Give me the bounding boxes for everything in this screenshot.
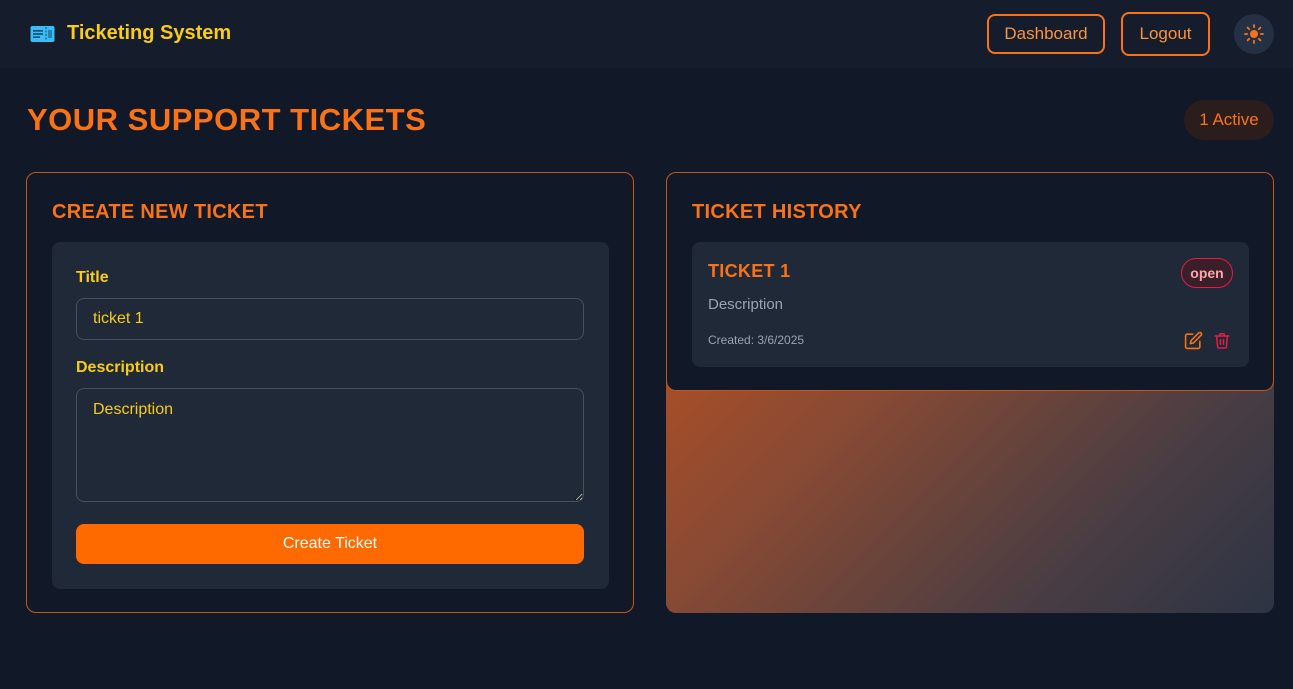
description-label: Description	[76, 359, 165, 376]
ticket-history-section: TICKET HISTORY TICKET 1 open Description…	[666, 172, 1274, 613]
app-title: Ticketing System	[67, 22, 232, 44]
ticket-created-date: Created: 3/6/2025	[708, 333, 805, 347]
active-count-badge: 1 Active	[1184, 100, 1274, 140]
brand[interactable]: Ticketing System	[30, 22, 231, 45]
status-badge: open	[1181, 258, 1233, 288]
ticket-description: Description	[708, 296, 784, 313]
description-input[interactable]	[76, 388, 584, 502]
create-ticket-form: Title Description Create Ticket	[52, 242, 609, 589]
logout-button[interactable]: Logout	[1121, 12, 1210, 56]
ticket-title: TICKET 1	[708, 261, 791, 281]
ticket-history-card: TICKET HISTORY TICKET 1 open Description…	[666, 172, 1274, 391]
edit-icon[interactable]	[1184, 331, 1203, 350]
dashboard-button[interactable]: Dashboard	[987, 14, 1105, 54]
title-label: Title	[76, 269, 109, 286]
ticket-icon	[30, 25, 55, 42]
title-input[interactable]	[76, 298, 584, 340]
create-ticket-card: CREATE NEW TICKET Title Description Crea…	[26, 172, 634, 613]
ticket-item[interactable]: TICKET 1 open Description Created: 3/6/2…	[692, 242, 1249, 367]
page-title: YOUR SUPPORT TICKETS	[27, 102, 427, 137]
ticket-history-heading: TICKET HISTORY	[692, 201, 862, 223]
sun-icon	[1244, 24, 1264, 44]
create-ticket-heading: CREATE NEW TICKET	[52, 201, 268, 223]
trash-icon[interactable]	[1213, 331, 1231, 350]
create-ticket-button[interactable]: Create Ticket	[76, 524, 584, 564]
top-navbar: Ticketing System Dashboard Logout	[0, 0, 1293, 68]
theme-toggle-button[interactable]	[1234, 14, 1274, 54]
